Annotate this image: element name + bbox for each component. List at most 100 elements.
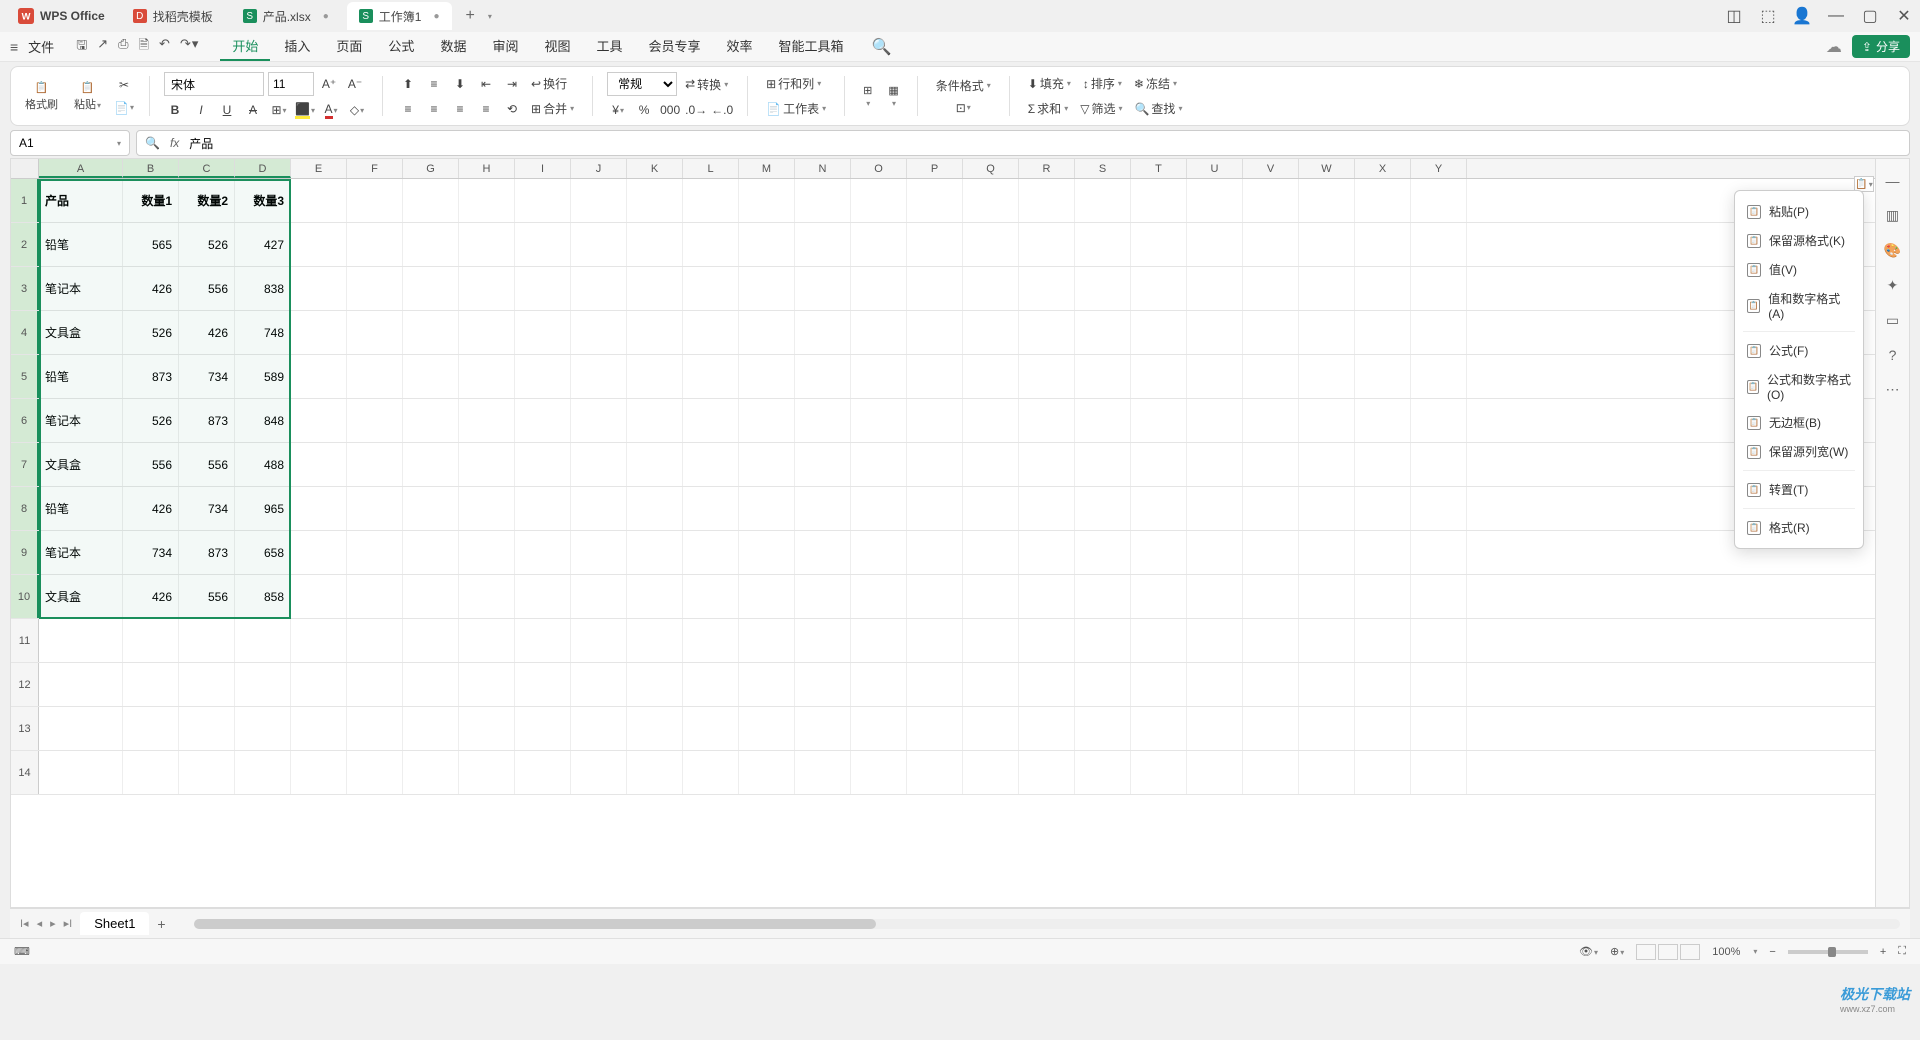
cell[interactable] (1131, 179, 1187, 222)
save-icon[interactable]: 🖫 (76, 36, 87, 58)
row-header[interactable]: 8 (11, 487, 39, 530)
col-header-E[interactable]: E (291, 159, 347, 178)
cell[interactable] (627, 751, 683, 794)
cell[interactable] (1355, 179, 1411, 222)
cell[interactable] (683, 575, 739, 618)
cell[interactable] (795, 355, 851, 398)
col-header-G[interactable]: G (403, 159, 459, 178)
cell[interactable] (907, 487, 963, 530)
cell[interactable] (291, 355, 347, 398)
cell[interactable]: 427 (235, 223, 291, 266)
cell[interactable] (347, 751, 403, 794)
cell[interactable] (1075, 575, 1131, 618)
cell[interactable] (1019, 267, 1075, 310)
sheet-grid[interactable]: ABCDEFGHIJKLMNOPQRSTUVWXY 1产品数量1数量2数量32铅… (11, 159, 1875, 907)
col-header-X[interactable]: X (1355, 159, 1411, 178)
decrease-font-icon[interactable]: A⁻ (344, 74, 366, 94)
cell[interactable] (459, 575, 515, 618)
cell[interactable] (515, 531, 571, 574)
formula-bar[interactable]: 🔍 fx 产品 (136, 130, 1910, 156)
cell[interactable] (1355, 311, 1411, 354)
row-header[interactable]: 14 (11, 751, 39, 794)
cell[interactable] (1075, 619, 1131, 662)
cell[interactable] (1187, 311, 1243, 354)
cell[interactable] (1019, 531, 1075, 574)
cell[interactable] (179, 751, 235, 794)
cell[interactable] (403, 575, 459, 618)
cell[interactable] (739, 399, 795, 442)
library-icon[interactable]: ▭ (1886, 312, 1899, 329)
cell[interactable] (683, 443, 739, 486)
cell[interactable]: 笔记本 (39, 531, 123, 574)
row-header[interactable]: 7 (11, 443, 39, 486)
cell[interactable] (683, 311, 739, 354)
cell[interactable] (1131, 751, 1187, 794)
indent-dec-icon[interactable]: ⇤ (475, 74, 497, 94)
cell[interactable] (1299, 663, 1355, 706)
view-page-icon[interactable] (1658, 944, 1678, 960)
cell[interactable] (795, 443, 851, 486)
cut-icon[interactable]: ✂ (113, 75, 135, 95)
cell[interactable] (1019, 619, 1075, 662)
preview-icon[interactable]: 🗎 (139, 36, 149, 58)
cell[interactable] (515, 575, 571, 618)
print-icon[interactable]: ⎙ (118, 36, 128, 58)
fx-icon[interactable]: fx (170, 136, 179, 150)
cell[interactable] (1299, 443, 1355, 486)
maximize-icon[interactable]: ▢ (1862, 8, 1878, 24)
cell[interactable]: 526 (123, 399, 179, 442)
minimize-icon[interactable]: — (1828, 8, 1844, 24)
search-icon[interactable]: 🔍 (872, 37, 892, 57)
cell[interactable] (347, 267, 403, 310)
cell[interactable] (963, 531, 1019, 574)
cell[interactable] (963, 751, 1019, 794)
paste-group[interactable]: 📋 粘贴▾ (70, 81, 105, 112)
cell[interactable] (795, 399, 851, 442)
cell[interactable] (459, 663, 515, 706)
cell[interactable] (1075, 487, 1131, 530)
cell[interactable] (851, 707, 907, 750)
cell[interactable] (1131, 663, 1187, 706)
cell[interactable] (515, 619, 571, 662)
cell[interactable] (907, 751, 963, 794)
cell[interactable] (1019, 575, 1075, 618)
cell[interactable] (515, 311, 571, 354)
status-mode-icon[interactable]: ⌨ (14, 945, 30, 958)
cell[interactable] (1299, 531, 1355, 574)
cell[interactable] (1243, 443, 1299, 486)
menu-tab-公式[interactable]: 公式 (376, 32, 426, 61)
cell[interactable] (739, 531, 795, 574)
col-header-M[interactable]: M (739, 159, 795, 178)
panel-icon[interactable]: ◫ (1726, 8, 1742, 24)
cell[interactable]: 426 (123, 487, 179, 530)
cell[interactable] (291, 751, 347, 794)
cell[interactable] (627, 443, 683, 486)
cell[interactable] (571, 223, 627, 266)
cell[interactable] (1299, 487, 1355, 530)
cell[interactable] (1411, 399, 1467, 442)
cell[interactable] (1187, 223, 1243, 266)
cell[interactable] (347, 575, 403, 618)
cell[interactable] (963, 311, 1019, 354)
cell[interactable] (291, 443, 347, 486)
cell[interactable] (683, 355, 739, 398)
menu-tab-智能工具箱[interactable]: 智能工具箱 (767, 32, 856, 61)
paste-option[interactable]: 📋值(V) (1735, 255, 1863, 284)
cell[interactable] (235, 619, 291, 662)
cell[interactable] (683, 399, 739, 442)
col-header-H[interactable]: H (459, 159, 515, 178)
cell[interactable] (347, 355, 403, 398)
cell[interactable] (1075, 355, 1131, 398)
sheet-next-icon[interactable]: ▸ (50, 917, 56, 930)
cell[interactable]: 658 (235, 531, 291, 574)
sheet-prev-icon[interactable]: ◂ (37, 917, 43, 930)
cell[interactable] (851, 399, 907, 442)
row-header[interactable]: 4 (11, 311, 39, 354)
help-icon[interactable]: ? (1889, 347, 1897, 363)
cell[interactable] (1019, 399, 1075, 442)
cell[interactable] (459, 707, 515, 750)
cell[interactable] (459, 223, 515, 266)
cell[interactable] (1243, 267, 1299, 310)
cell[interactable] (1243, 707, 1299, 750)
cell[interactable]: 734 (123, 531, 179, 574)
